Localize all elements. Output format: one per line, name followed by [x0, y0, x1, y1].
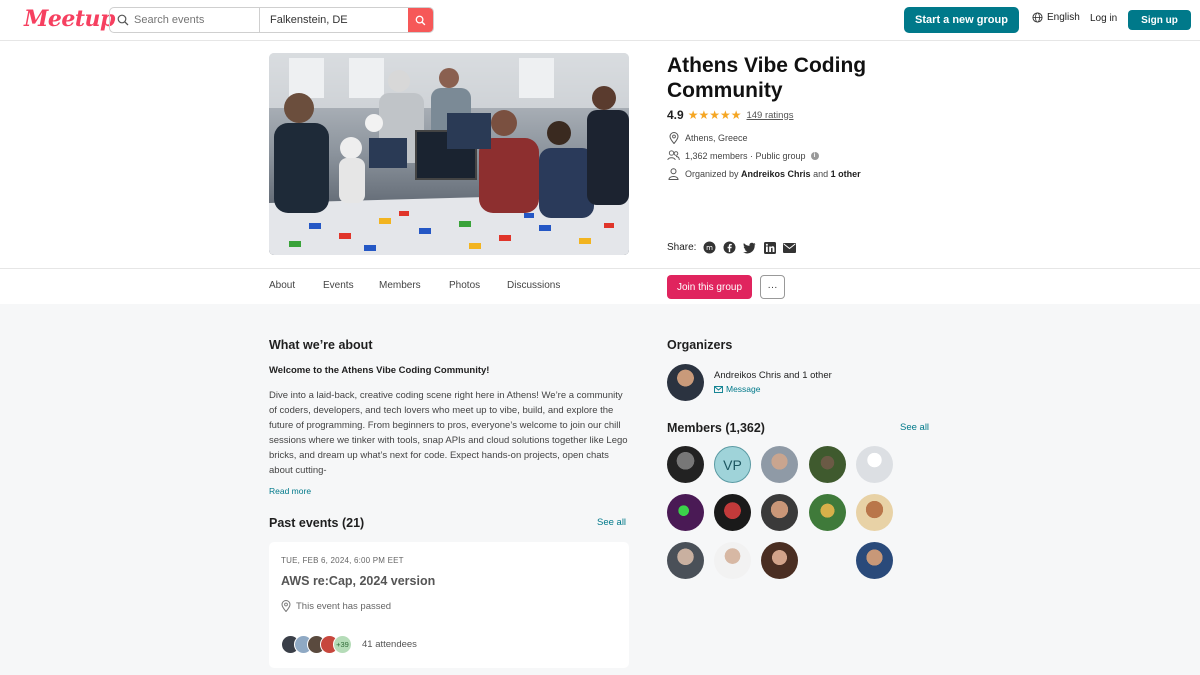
location-pin-icon	[281, 600, 291, 612]
about-welcome: Welcome to the Athens Vibe Coding Commun…	[269, 365, 490, 376]
ratings-count-link[interactable]: 149 ratings	[746, 110, 793, 121]
group-rating: 4.9 ★★★★★ 149 ratings	[667, 108, 794, 122]
event-title[interactable]: AWS re:Cap, 2024 version	[281, 574, 435, 588]
tab-about[interactable]: About	[269, 280, 295, 291]
read-more-link[interactable]: Read more	[269, 486, 311, 496]
svg-text:m: m	[707, 244, 714, 252]
rating-value: 4.9	[667, 108, 684, 122]
person-icon	[667, 167, 680, 180]
member-avatar[interactable]	[667, 494, 704, 531]
group-title: Athens Vibe Coding Community	[667, 54, 867, 102]
share-row: Share: m	[667, 241, 797, 254]
language-selector[interactable]: English	[1032, 12, 1080, 23]
facebook-icon[interactable]	[723, 241, 736, 254]
info-icon[interactable]: i	[810, 151, 819, 160]
attendee-count: 41 attendees	[362, 639, 417, 650]
group-members-row: 1,362 members · Public group i	[667, 149, 819, 162]
member-avatar[interactable]	[667, 542, 704, 579]
group-location: Athens, Greece	[685, 132, 748, 143]
top-navigation-bar: Meetup Start a new group English Log i	[0, 0, 1200, 41]
organizer-other-link[interactable]: 1 other	[831, 169, 861, 179]
member-avatar-initials[interactable]: VP	[714, 446, 751, 483]
organizers-heading: Organizers	[667, 338, 733, 352]
tab-discussions[interactable]: Discussions	[507, 280, 560, 291]
language-label: English	[1047, 12, 1080, 23]
search-icon	[415, 15, 426, 25]
member-avatar-placeholder[interactable]	[856, 446, 893, 483]
organizer-name[interactable]: Andreikos Chris	[714, 370, 781, 381]
more-options-button[interactable]: ···	[760, 275, 785, 299]
envelope-icon	[714, 385, 723, 393]
member-avatar[interactable]	[761, 446, 798, 483]
location-pin-icon	[667, 131, 680, 144]
past-events-see-all[interactable]: See all	[597, 517, 626, 528]
about-heading: What we’re about	[269, 338, 373, 352]
tab-events[interactable]: Events	[323, 280, 354, 291]
attendee-more-count: +39	[333, 635, 352, 654]
search-icon	[117, 14, 129, 26]
search-button[interactable]	[408, 8, 433, 32]
share-label: Share:	[667, 242, 697, 253]
group-cover-image	[269, 53, 629, 255]
star-rating-icon: ★★★★★	[687, 108, 742, 122]
members-heading: Members (1,362)	[667, 421, 765, 435]
member-avatar[interactable]	[761, 494, 798, 531]
organizer-avatar[interactable]	[667, 364, 704, 401]
member-avatar[interactable]	[714, 494, 751, 531]
globe-icon	[1032, 12, 1043, 23]
organizer-other[interactable]: 1 other	[802, 370, 832, 381]
group-content: What we’re about Welcome to the Athens V…	[0, 304, 1200, 675]
event-status-text: This event has passed	[296, 600, 392, 612]
meetup-share-icon[interactable]: m	[703, 241, 716, 254]
event-status: This event has passed	[281, 600, 391, 612]
past-events-heading: Past events (21)	[269, 516, 365, 530]
signup-button[interactable]: Sign up	[1128, 10, 1191, 30]
linkedin-icon[interactable]	[763, 241, 776, 254]
member-avatar[interactable]	[761, 542, 798, 579]
event-card[interactable]: TUE, FEB 6, 2024, 6:00 PM EET AWS re:Cap…	[269, 542, 629, 668]
group-organizers-row: Organized by Andreikos Chris and 1 other	[667, 167, 861, 180]
start-new-group-button[interactable]: Start a new group	[904, 7, 1019, 33]
organized-by-label: Organized by	[685, 168, 739, 179]
meetup-logo[interactable]: Meetup	[24, 6, 115, 32]
tab-photos[interactable]: Photos	[449, 280, 480, 291]
members-icon	[667, 149, 680, 162]
organizer-name-link[interactable]: Andreikos Chris	[741, 169, 811, 179]
search-bar	[109, 7, 434, 33]
group-members-info: 1,362 members · Public group	[685, 150, 806, 161]
member-avatar[interactable]	[856, 542, 893, 579]
event-attendees: +39 41 attendees	[281, 635, 417, 654]
location-field[interactable]	[260, 8, 408, 32]
group-location-row: Athens, Greece	[667, 131, 748, 144]
twitter-icon[interactable]	[743, 241, 756, 254]
organized-and-text: and	[813, 168, 829, 179]
member-avatar[interactable]	[809, 446, 846, 483]
location-input[interactable]	[270, 14, 408, 26]
members-see-all[interactable]: See all	[900, 422, 929, 433]
member-avatar[interactable]	[667, 446, 704, 483]
join-group-button[interactable]: Join this group	[667, 275, 752, 299]
login-link[interactable]: Log in	[1090, 13, 1117, 24]
search-input[interactable]	[134, 14, 259, 26]
organizer-line: Andreikos Chris and 1 other	[714, 370, 832, 381]
message-label: Message	[726, 384, 761, 394]
member-avatar[interactable]	[809, 494, 846, 531]
about-description: Dive into a laid-back, creative coding s…	[269, 390, 628, 476]
event-date: TUE, FEB 6, 2024, 6:00 PM EET	[281, 556, 404, 565]
member-avatar[interactable]	[856, 494, 893, 531]
organizer-and: and	[783, 370, 800, 381]
email-icon[interactable]	[783, 241, 797, 254]
search-field[interactable]	[110, 8, 260, 32]
member-avatar[interactable]	[714, 542, 751, 579]
message-organizer-link[interactable]: Message	[714, 384, 761, 394]
tab-members[interactable]: Members	[379, 280, 421, 291]
group-tab-bar: About Events Members Photos Discussions …	[0, 268, 1200, 304]
